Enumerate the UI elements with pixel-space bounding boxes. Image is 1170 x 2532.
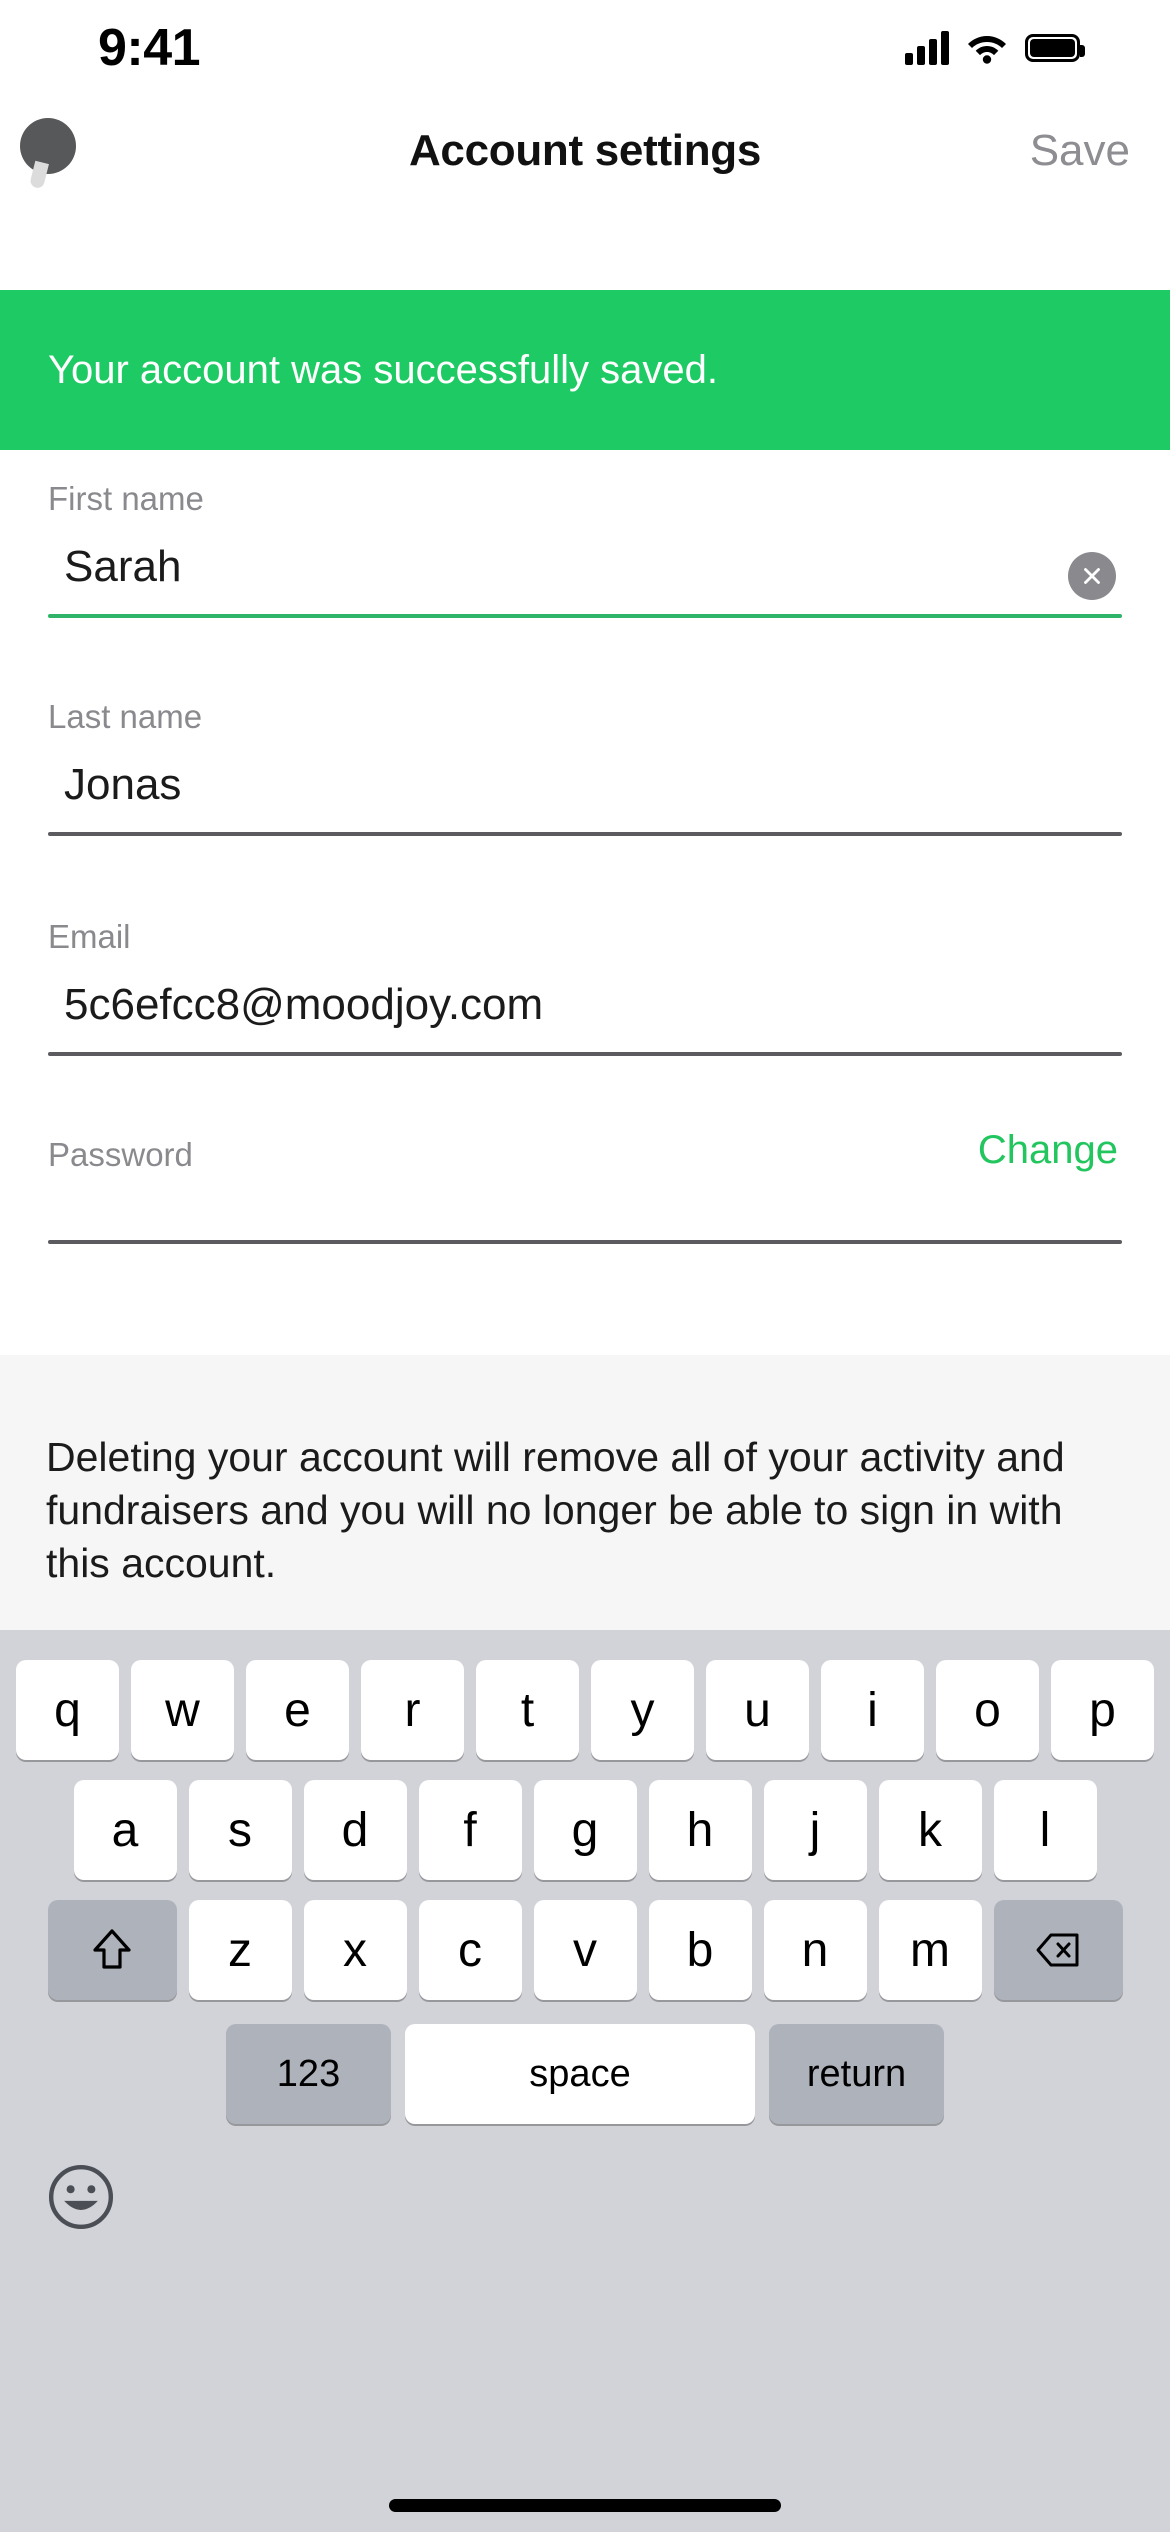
- email-underline: [48, 1052, 1122, 1056]
- key-p[interactable]: p: [1051, 1660, 1154, 1760]
- first-name-input[interactable]: Sarah: [48, 518, 1122, 614]
- numbers-key[interactable]: 123: [226, 2024, 391, 2124]
- key-m[interactable]: m: [878, 1900, 982, 2000]
- key-e[interactable]: e: [246, 1660, 349, 1760]
- key-q[interactable]: q: [16, 1660, 119, 1760]
- key-o[interactable]: o: [936, 1660, 1039, 1760]
- first-name-field[interactable]: First name Sarah: [48, 456, 1122, 618]
- key-a[interactable]: a: [73, 1780, 177, 1880]
- keyboard-row-4: 123 space return: [0, 2000, 1170, 2124]
- onscreen-keyboard: q w e r t y u i o p a s d f g h j k l z …: [0, 1630, 1170, 2532]
- password-field[interactable]: Password Change: [48, 1112, 1122, 1244]
- keyboard-utility-row: [0, 2124, 1170, 2232]
- home-indicator: [389, 2499, 781, 2512]
- last-name-input[interactable]: Jonas: [48, 736, 1122, 832]
- key-b[interactable]: b: [648, 1900, 752, 2000]
- return-key[interactable]: return: [769, 2024, 944, 2124]
- key-y[interactable]: y: [591, 1660, 694, 1760]
- shift-arrow-icon[interactable]: [47, 1900, 177, 2000]
- password-label: Password: [48, 1136, 193, 1173]
- key-f[interactable]: f: [418, 1780, 522, 1880]
- backspace-delete-icon[interactable]: [993, 1900, 1123, 2000]
- success-banner-message: Your account was successfully saved.: [48, 347, 718, 392]
- clear-circle-icon[interactable]: [1068, 552, 1116, 600]
- key-u[interactable]: u: [706, 1660, 809, 1760]
- space-key[interactable]: space: [405, 2024, 755, 2124]
- key-x[interactable]: x: [303, 1900, 407, 2000]
- key-i[interactable]: i: [821, 1660, 924, 1760]
- change-password-button[interactable]: Change: [978, 1128, 1118, 1173]
- key-v[interactable]: v: [533, 1900, 637, 2000]
- backspace-glyph: [1036, 1933, 1079, 1967]
- key-w[interactable]: w: [131, 1660, 234, 1760]
- close-icon: [1084, 568, 1100, 584]
- password-input[interactable]: [48, 1174, 1122, 1240]
- delete-account-section: Deleting your account will remove all of…: [0, 1355, 1170, 1630]
- keyboard-row-1: q w e r t y u i o p: [0, 1630, 1170, 1760]
- key-c[interactable]: c: [418, 1900, 522, 2000]
- last-name-underline: [48, 832, 1122, 836]
- emoji-smiley-icon[interactable]: [46, 2162, 116, 2232]
- delete-account-description: Deleting your account will remove all of…: [46, 1434, 1065, 1586]
- phone-screen: 9:41 Account settings Save Your account …: [0, 0, 1170, 2532]
- key-d[interactable]: d: [303, 1780, 407, 1880]
- last-name-field[interactable]: Last name Jonas: [48, 674, 1122, 836]
- account-settings-form: First name Sarah Last name Jonas Email 5…: [0, 450, 1170, 1355]
- key-z[interactable]: z: [188, 1900, 292, 2000]
- key-l[interactable]: l: [993, 1780, 1097, 1880]
- first-name-label: First name: [48, 480, 204, 517]
- save-button[interactable]: Save: [1030, 126, 1130, 176]
- email-label: Email: [48, 918, 131, 955]
- first-name-underline: [48, 614, 1122, 618]
- keyboard-row-2: a s d f g h j k l: [0, 1760, 1170, 1880]
- email-field[interactable]: Email 5c6efcc8@moodjoy.com: [48, 894, 1122, 1056]
- key-n[interactable]: n: [763, 1900, 867, 2000]
- status-bar-time: 9:41: [98, 19, 201, 77]
- battery-full-icon: [1025, 34, 1085, 62]
- status-bar: 9:41: [0, 0, 1170, 96]
- key-k[interactable]: k: [878, 1780, 982, 1880]
- key-r[interactable]: r: [361, 1660, 464, 1760]
- keyboard-row-3: z x c v b n m: [0, 1880, 1170, 2000]
- shift-glyph: [93, 1929, 131, 1969]
- key-g[interactable]: g: [533, 1780, 637, 1880]
- last-name-label: Last name: [48, 698, 203, 735]
- status-bar-indicators: [905, 31, 1085, 65]
- email-input[interactable]: 5c6efcc8@moodjoy.com: [48, 956, 1122, 1052]
- success-banner: Your account was successfully saved.: [0, 290, 1170, 450]
- key-h[interactable]: h: [648, 1780, 752, 1880]
- key-s[interactable]: s: [188, 1780, 292, 1880]
- key-t[interactable]: t: [476, 1660, 579, 1760]
- avatar-icon[interactable]: [20, 118, 76, 174]
- wifi-icon: [968, 36, 1006, 64]
- cellular-bars-icon: [905, 31, 949, 65]
- key-j[interactable]: j: [763, 1780, 867, 1880]
- navigation-bar: Account settings Save: [0, 96, 1170, 206]
- page-title: Account settings: [408, 126, 762, 175]
- password-underline: [48, 1240, 1122, 1244]
